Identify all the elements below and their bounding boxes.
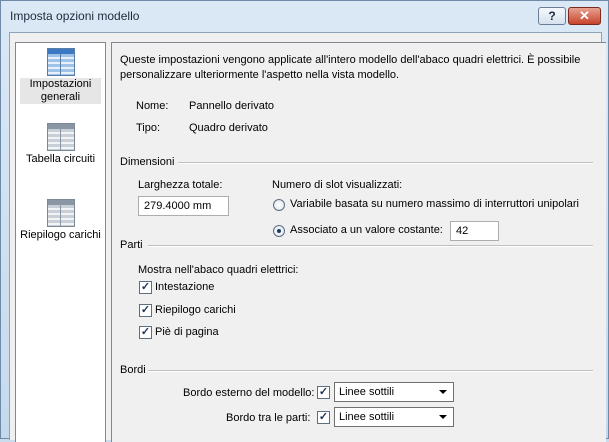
window-title: Imposta opzioni modello xyxy=(10,9,140,23)
radio-variable[interactable] xyxy=(273,199,285,211)
type-value: Quadro derivato xyxy=(189,122,268,134)
checkbox-load-summary[interactable]: ✓ xyxy=(139,304,152,317)
circuit-table-icon xyxy=(46,123,75,151)
dimensions-section-title: Dimensioni xyxy=(120,156,175,168)
between-border-label: Bordo tra le parti: xyxy=(226,412,311,424)
slots-label: Numero di slot visualizzati: xyxy=(272,179,403,191)
radio-variable-label: Variabile basata su numero massimo di in… xyxy=(290,198,579,210)
title-bar[interactable]: Imposta opzioni modello ? ✕ xyxy=(1,1,608,31)
checkbox-footer[interactable]: ✓ xyxy=(139,326,152,339)
panel-schedule-icon xyxy=(46,48,75,76)
description-text: Queste impostazioni vengono applicate al… xyxy=(120,54,581,81)
nav-item-general-settings[interactable]: Impostazioni generali xyxy=(20,48,101,104)
checkbox-between-border[interactable]: ✓ xyxy=(317,411,330,424)
section-divider xyxy=(148,245,593,247)
parts-show-label: Mostra nell'abaco quadri elettrici: xyxy=(138,264,299,276)
checkbox-load-summary-label: Riepilogo carichi xyxy=(155,304,236,316)
between-border-select[interactable]: Linee sottili xyxy=(334,407,454,427)
dialog-window: Imposta opzioni modello ? ✕ Impostazioni… xyxy=(0,0,609,442)
outer-border-label: Bordo esterno del modello: xyxy=(183,387,315,399)
width-input[interactable]: 279.4000 mm xyxy=(138,196,229,216)
category-list: Impostazioni generali Tabella circuiti R… xyxy=(15,42,106,442)
type-label: Tipo: xyxy=(136,122,161,134)
help-icon: ? xyxy=(548,9,556,23)
chevron-down-icon xyxy=(439,390,447,394)
section-divider xyxy=(178,162,593,164)
close-icon: ✕ xyxy=(579,8,590,23)
checkbox-header[interactable]: ✓ xyxy=(139,281,152,294)
checkbox-footer-label: Piè di pagina xyxy=(155,326,219,338)
width-label: Larghezza totale: xyxy=(138,179,223,191)
section-divider xyxy=(148,370,593,372)
name-value: Pannello derivato xyxy=(189,100,275,112)
constant-value-input[interactable]: 42 xyxy=(450,221,499,241)
load-summary-icon xyxy=(46,199,75,227)
chevron-down-icon xyxy=(439,415,447,419)
checkbox-header-label: Intestazione xyxy=(155,281,215,293)
name-label: Nome: xyxy=(136,100,169,112)
nav-item-label: Tabella circuiti xyxy=(25,153,96,165)
radio-constant-label: Associato a un valore costante: xyxy=(290,224,443,236)
nav-item-label: Impostazioni generali xyxy=(20,78,101,104)
nav-item-circuit-table[interactable]: Tabella circuiti xyxy=(20,123,101,166)
nav-item-label: Riepilogo carichi xyxy=(20,229,101,241)
nav-item-load-summary[interactable]: Riepilogo carichi xyxy=(20,199,101,242)
borders-section-title: Bordi xyxy=(120,364,146,376)
radio-constant[interactable] xyxy=(273,225,285,237)
dialog-client-area: Impostazioni generali Tabella circuiti R… xyxy=(9,32,606,442)
parts-section-title: Parti xyxy=(120,239,143,251)
checkbox-outer-border[interactable]: ✓ xyxy=(317,386,330,399)
settings-panel: Queste impostazioni vengono applicate al… xyxy=(111,42,606,442)
close-button[interactable]: ✕ xyxy=(568,7,601,25)
help-button[interactable]: ? xyxy=(538,7,566,25)
outer-border-select[interactable]: Linee sottili xyxy=(334,382,454,402)
outer-border-select-value: Linee sottili xyxy=(339,386,395,398)
between-border-select-value: Linee sottili xyxy=(339,411,395,423)
